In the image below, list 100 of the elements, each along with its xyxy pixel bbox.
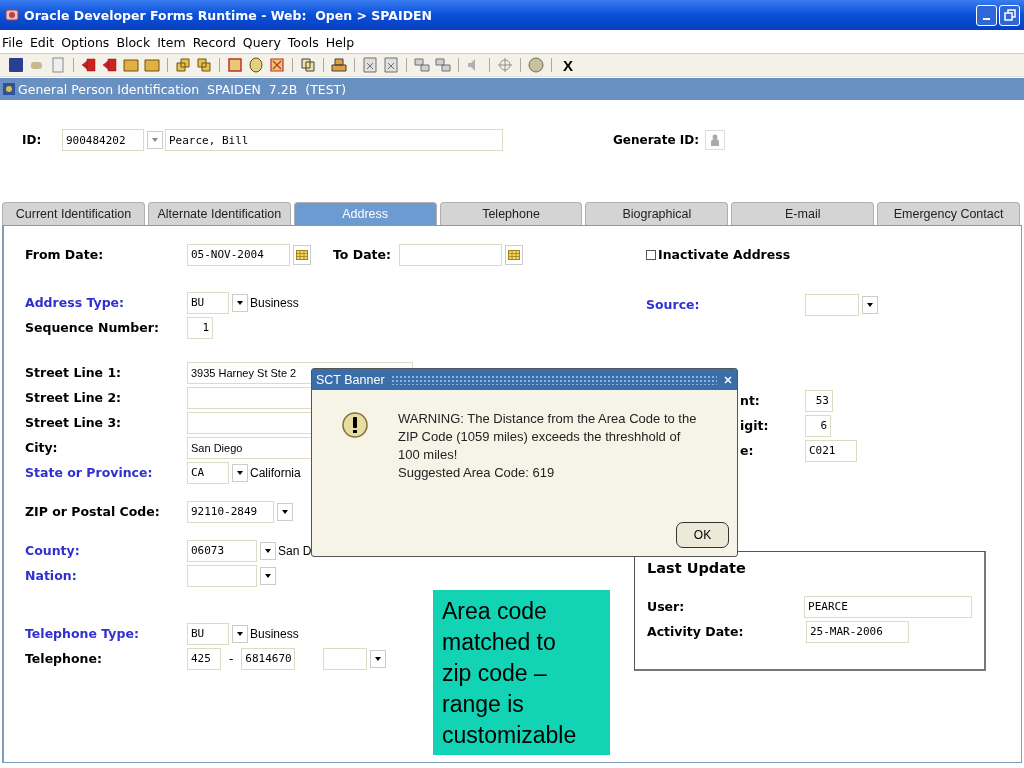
dropdown-button[interactable] (260, 541, 276, 560)
warning-icon (342, 412, 368, 438)
input-field[interactable] (187, 564, 257, 587)
dropdown-button[interactable] (232, 624, 248, 643)
input-field[interactable]: 25-MAR-2006 (806, 620, 909, 643)
dropdown-button[interactable] (260, 566, 276, 585)
tab[interactable]: Telephone (439, 202, 583, 225)
tab[interactable]: Emergency Contact (877, 202, 1020, 225)
form-icon (2, 82, 16, 96)
menu-item[interactable]: Edit (29, 34, 55, 50)
separator-text: - (229, 651, 234, 666)
blocks-icon[interactable] (435, 57, 451, 73)
close-icon[interactable] (723, 374, 733, 385)
restore-icon (1003, 9, 1016, 21)
calendar-button[interactable] (293, 244, 311, 265)
dropdown-button[interactable] (232, 463, 248, 482)
field-label: To Date: (333, 247, 392, 262)
input-field[interactable] (805, 293, 859, 316)
calendar-icon (508, 249, 521, 260)
ok-button[interactable]: OK (676, 522, 729, 548)
menu-item[interactable]: Tools (287, 34, 319, 50)
checkbox[interactable] (646, 249, 656, 260)
input-field[interactable]: BU (187, 291, 229, 314)
menu-item[interactable]: Help (325, 34, 355, 50)
folder-icon[interactable] (123, 57, 139, 73)
input-field[interactable]: 425 (187, 647, 221, 670)
page-arrow-icon[interactable] (102, 57, 118, 73)
tab[interactable]: Biographical (585, 202, 729, 225)
menu-item[interactable]: Item (157, 34, 186, 50)
calendar-button[interactable] (505, 244, 524, 265)
menu-item[interactable]: Query (242, 34, 281, 50)
field-label: City: (25, 440, 59, 455)
input-field[interactable]: 92110-2849 (187, 500, 274, 523)
folder-icon[interactable] (144, 57, 160, 73)
floppy-icon[interactable] (8, 57, 24, 73)
field-label: Nation: (25, 568, 78, 583)
input-field[interactable]: 1 (187, 316, 213, 339)
cross-page-icon[interactable] (269, 57, 285, 73)
restore-button[interactable] (999, 4, 1020, 26)
caret-icon (374, 654, 383, 663)
tab[interactable]: E-mail (731, 202, 875, 225)
caret-icon (236, 468, 244, 477)
menu-item[interactable]: File (2, 34, 23, 50)
description-text: San D (278, 543, 312, 558)
field-label: ZIP or Postal Code: (25, 504, 161, 519)
menu-item[interactable]: Record (192, 34, 236, 50)
input-field[interactable]: BU (187, 622, 229, 645)
dropdown-button[interactable] (862, 295, 878, 314)
input-field[interactable]: 6 (805, 414, 831, 437)
stack-down-icon[interactable] (196, 57, 212, 73)
description-text: Business (250, 626, 299, 641)
input-field[interactable]: CA (187, 461, 229, 484)
field-label: Telephone: (25, 651, 103, 666)
caret-icon (236, 629, 244, 638)
tab[interactable]: Current Identification (2, 202, 145, 225)
field-label: Address Type: (25, 295, 126, 310)
input-field[interactable]: C021 (805, 439, 857, 462)
caret-icon (236, 298, 244, 307)
input-field[interactable]: 06073 (187, 539, 257, 562)
field-label: nt: (740, 393, 761, 408)
input-field[interactable]: 05-NOV-2004 (187, 243, 290, 266)
page-x-icon[interactable] (362, 57, 378, 73)
warning-message: Suggested Area Code: 619 (398, 464, 556, 482)
exit-button[interactable]: X (563, 56, 573, 74)
checkbox-label: Inactivate Address (658, 247, 791, 262)
caret-icon (151, 136, 159, 144)
dropdown-button[interactable] (370, 649, 387, 668)
input-field[interactable] (323, 647, 368, 670)
copy-icon[interactable] (300, 57, 316, 73)
field-label: Street Line 1: (25, 365, 123, 380)
tab[interactable]: Alternate Identification (147, 202, 291, 225)
field-label: Telephone Type: (25, 626, 140, 641)
dropdown-button[interactable] (277, 502, 293, 521)
input-field[interactable]: 6814670 (241, 647, 296, 670)
input-field[interactable]: 53 (805, 389, 833, 412)
menu-item[interactable]: Block (116, 34, 151, 50)
input-field[interactable] (399, 243, 503, 266)
input-field[interactable]: PEARCE (804, 595, 972, 618)
person-icon (709, 134, 720, 146)
crosshair-icon[interactable] (497, 57, 513, 73)
field-label: Source: (646, 297, 701, 312)
dropdown-button[interactable] (232, 293, 248, 312)
field-label: ID: (22, 133, 43, 147)
id-field[interactable]: 900484202 (62, 129, 144, 151)
name-field[interactable]: Pearce, Bill (165, 129, 503, 151)
printer-icon[interactable] (331, 57, 347, 73)
app-icon (4, 7, 20, 23)
field-label: Street Line 2: (25, 390, 123, 405)
minimize-button[interactable] (976, 4, 997, 26)
menu-item[interactable]: Options (61, 34, 110, 50)
field-label: County: (25, 543, 81, 558)
description-text: California (250, 465, 301, 480)
stack-up-icon[interactable] (175, 57, 191, 73)
field-label: From Date: (25, 247, 105, 262)
page-arrow-icon[interactable] (81, 57, 97, 73)
field-label: User: (647, 599, 686, 614)
field-label: Generate ID: (613, 133, 699, 147)
blocks-icon[interactable] (414, 57, 430, 73)
page-x-icon[interactable] (383, 57, 399, 73)
generate-id-button[interactable] (704, 130, 725, 150)
